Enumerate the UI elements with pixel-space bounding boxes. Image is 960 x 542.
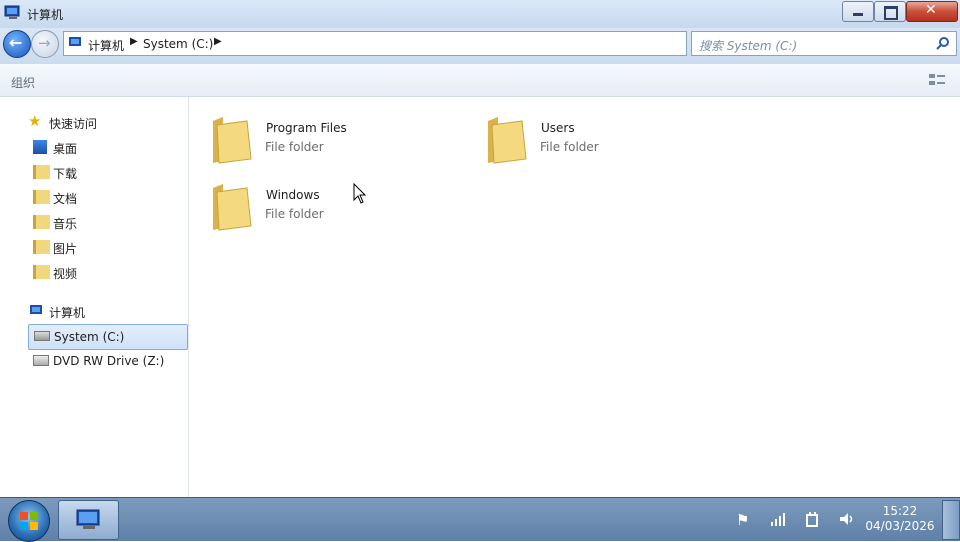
organize-menu[interactable]: 组织 <box>11 74 35 91</box>
computer-icon <box>30 305 42 314</box>
clock-date: 04/03/2026 <box>865 519 935 533</box>
nav-item-computer[interactable]: 计算机 <box>28 300 186 322</box>
navigation-pane: ★ 快速访问 桌面 下载 文档 音乐 图片 视频 计算机 System (C:)… <box>0 97 189 497</box>
nav-item-pictures[interactable]: 图片 <box>28 236 186 258</box>
file-name: Windows <box>266 188 320 202</box>
documents-folder-icon <box>33 190 50 204</box>
folder-icon <box>213 184 252 231</box>
search-box[interactable]: 搜索 System (C:) <box>691 31 957 56</box>
music-folder-icon <box>33 215 50 229</box>
file-type: File folder <box>265 207 324 221</box>
nav-item-system-drive[interactable]: System (C:) <box>28 324 188 350</box>
forward-arrow-icon: → <box>38 34 51 52</box>
breadcrumb-arrow-icon[interactable]: ▶ <box>130 36 138 47</box>
clock[interactable]: 15:22 04/03/2026 <box>860 504 940 534</box>
search-input[interactable]: 搜索 System (C:) <box>699 37 797 54</box>
minimize-button[interactable] <box>842 1 874 22</box>
nav-item-dvd-drive[interactable]: DVD RW Drive (Z:) <box>28 350 186 372</box>
nav-item-documents[interactable]: 文档 <box>28 186 186 208</box>
windows-logo-icon <box>20 512 38 530</box>
close-icon: ✕ <box>925 2 937 18</box>
restore-button[interactable] <box>874 1 906 22</box>
show-desktop-button[interactable] <box>942 500 960 540</box>
back-arrow-icon: ← <box>9 33 23 52</box>
list-item[interactable]: Program Files File folder <box>209 115 469 173</box>
dvd-drive-icon <box>33 355 49 366</box>
file-name: Program Files <box>266 121 347 135</box>
pictures-folder-icon <box>33 240 50 254</box>
nav-item-desktop[interactable]: 桌面 <box>28 136 186 158</box>
breadcrumb-drive[interactable]: System (C:) <box>143 37 213 51</box>
folder-icon <box>488 117 527 164</box>
clock-time: 15:22 <box>882 504 918 518</box>
breadcrumb-computer[interactable]: 计算机 <box>88 37 124 54</box>
nav-quick-access[interactable]: ★ 快速访问 <box>28 111 186 133</box>
start-button[interactable] <box>8 500 50 542</box>
view-options-icon[interactable] <box>928 72 946 88</box>
forward-button[interactable]: → <box>31 30 59 58</box>
window-title: 计算机 <box>27 8 64 22</box>
file-name: Users <box>541 121 575 135</box>
folder-icon <box>213 117 252 164</box>
nav-item-music[interactable]: 音乐 <box>28 211 186 233</box>
title-bar[interactable]: 计算机 ✕ <box>0 0 960 28</box>
command-bar: 组织 <box>0 64 960 97</box>
close-button[interactable]: ✕ <box>906 1 958 22</box>
volume-icon[interactable] <box>838 511 856 527</box>
file-list: Program Files File folder Users File fol… <box>189 97 960 497</box>
computer-icon <box>4 5 20 19</box>
computer-icon <box>76 509 100 529</box>
desktop-icon <box>33 140 47 154</box>
hard-drive-icon <box>34 331 50 341</box>
search-icon[interactable] <box>936 36 950 50</box>
star-icon: ★ <box>28 112 42 130</box>
breadcrumb-arrow-icon[interactable]: ▶ <box>214 36 222 47</box>
back-button[interactable]: ← <box>3 30 31 58</box>
file-type: File folder <box>540 140 599 154</box>
taskbar-explorer-button[interactable] <box>58 500 119 540</box>
computer-icon <box>69 37 81 46</box>
network-signal-icon[interactable] <box>770 511 788 527</box>
list-item[interactable]: Users File folder <box>484 115 744 173</box>
nav-item-downloads[interactable]: 下载 <box>28 161 186 183</box>
videos-folder-icon <box>33 265 50 279</box>
flag-icon[interactable]: ⚑ <box>736 511 754 529</box>
list-item[interactable]: Windows File folder <box>209 182 469 240</box>
file-type: File folder <box>265 140 324 154</box>
power-plug-icon[interactable] <box>804 511 822 527</box>
downloads-folder-icon <box>33 165 50 179</box>
taskbar: ⚑ 15:22 04/03/2026 <box>0 497 960 542</box>
mouse-cursor-icon <box>353 183 367 204</box>
address-bar[interactable]: 计算机 ▶ System (C:) ▶ <box>63 31 687 56</box>
nav-item-videos[interactable]: 视频 <box>28 261 186 283</box>
